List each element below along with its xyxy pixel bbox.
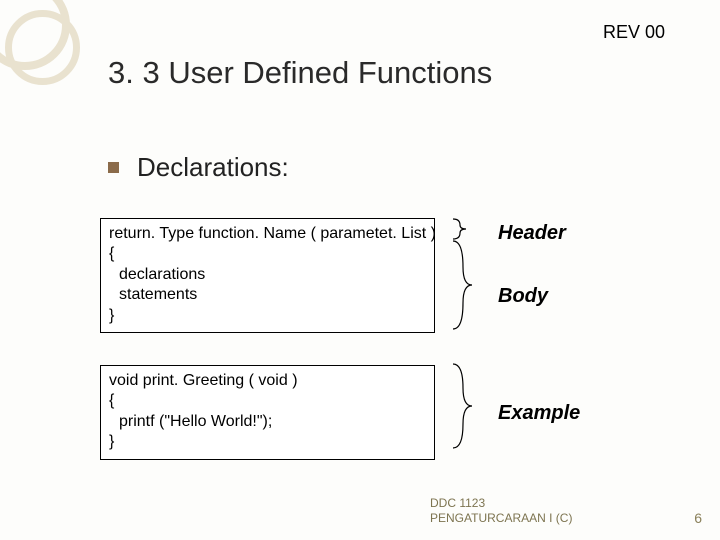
bullet-text: Declarations: (137, 152, 289, 183)
code-line: } (109, 432, 426, 452)
brace-body-icon (448, 237, 488, 333)
code-line: statements (109, 285, 426, 305)
code-line: declarations (109, 265, 426, 285)
slide-number: 6 (694, 510, 702, 526)
code-line: { (109, 244, 426, 264)
brace-example-icon (448, 360, 488, 452)
footer-text: DDC 1123 PENGATURCARAAN I (C) (430, 496, 572, 526)
label-example: Example (498, 402, 580, 425)
code-line: printf ("Hello World!"); (109, 412, 426, 432)
code-line: { (109, 391, 426, 411)
code-box-example: void print. Greeting ( void ) { printf (… (100, 365, 435, 460)
code-line: void print. Greeting ( void ) (109, 371, 426, 391)
label-body: Body (498, 285, 548, 308)
footer-line: PENGATURCARAAN I (C) (430, 511, 572, 526)
revision-label: REV 00 (603, 22, 665, 43)
label-header: Header (498, 222, 566, 245)
code-line: return. Type function. Name ( parametet.… (109, 224, 426, 244)
bullet-icon (108, 162, 119, 173)
corner-decoration (0, 0, 100, 100)
footer-line: DDC 1123 (430, 496, 572, 511)
bullet-row: Declarations: (108, 152, 289, 183)
code-box-declaration: return. Type function. Name ( parametet.… (100, 218, 435, 333)
code-line: } (109, 306, 426, 326)
slide-title: 3. 3 User Defined Functions (108, 55, 492, 91)
